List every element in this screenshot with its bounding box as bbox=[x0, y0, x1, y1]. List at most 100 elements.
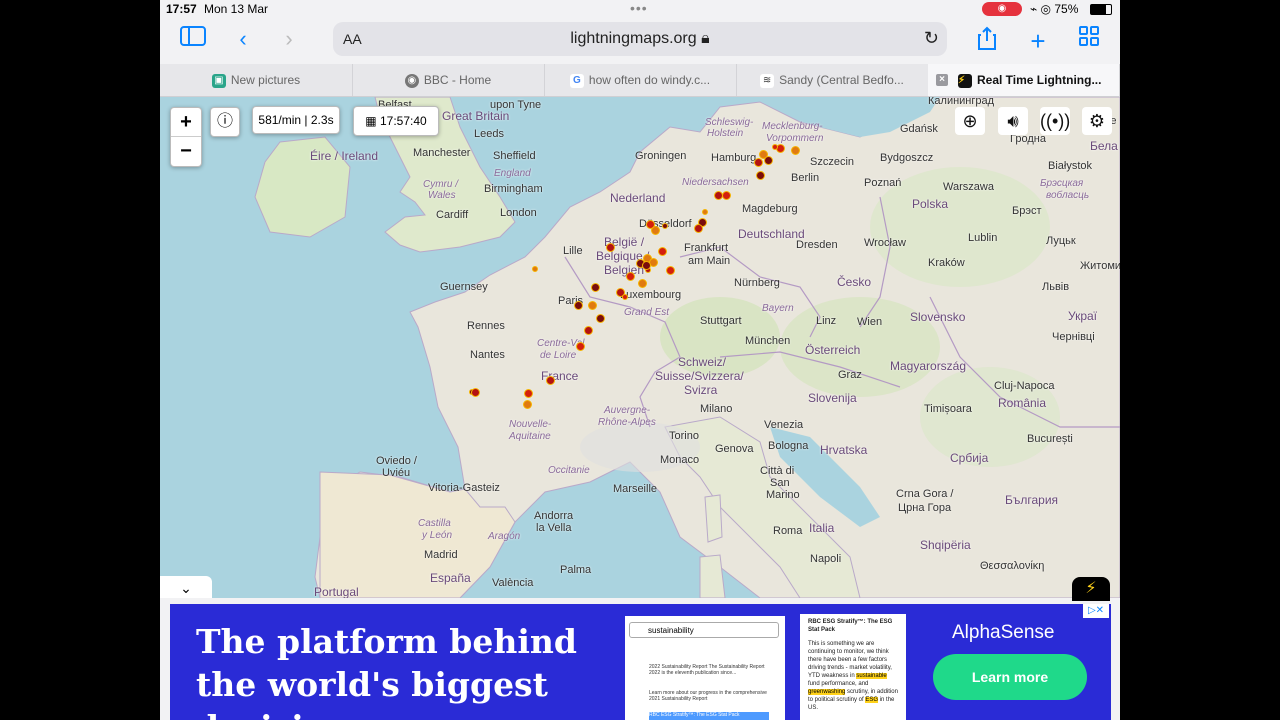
map-label: San bbox=[770, 477, 790, 489]
ad-headline[interactable]: The platform behind the world's biggest … bbox=[196, 620, 616, 720]
close-tab-icon[interactable]: × bbox=[936, 74, 948, 86]
status-bar: 17:57 Mon 13 Mar ••• ◉ ⌁ ◎ 75% bbox=[160, 0, 1120, 18]
map-label: Polska bbox=[912, 197, 949, 211]
map-label: Vorpommern bbox=[766, 133, 824, 144]
screen-record-icon[interactable]: ◉ bbox=[982, 2, 1022, 16]
lightning-logo-icon[interactable]: ⚡︎ bbox=[1072, 577, 1110, 601]
map-label: Occitanie bbox=[548, 465, 590, 476]
map-label: Warszawa bbox=[943, 181, 994, 193]
ad-screenshot: sustainability 2022 Sustainability Repor… bbox=[625, 616, 785, 720]
ad-close-icon[interactable]: ▷✕ bbox=[1083, 604, 1109, 618]
tab-google-search[interactable]: Ghow often do windy.c... bbox=[544, 64, 737, 96]
chevron-down-icon[interactable]: ⌄ bbox=[160, 576, 212, 598]
tab-favicon-icon: ▣ bbox=[211, 73, 226, 88]
lightning-strike-marker bbox=[532, 266, 538, 272]
map-label: la Vella bbox=[536, 522, 572, 534]
map-label: Kraków bbox=[928, 257, 965, 269]
map-label: Stuttgart bbox=[700, 315, 742, 327]
share-icon[interactable] bbox=[972, 26, 1002, 56]
map-background bbox=[160, 97, 1120, 598]
map-label: Bydgoszcz bbox=[880, 152, 934, 164]
forward-icon[interactable]: › bbox=[274, 26, 304, 52]
locate-icon[interactable]: ⊕ bbox=[955, 107, 985, 135]
wind-icon: ≋ bbox=[760, 73, 775, 88]
lightning-strike-marker bbox=[637, 278, 647, 288]
map-label: Dresden bbox=[796, 239, 838, 251]
new-tab-icon[interactable]: + bbox=[1023, 26, 1053, 57]
status-time: 17:57 bbox=[166, 2, 197, 16]
map-label: Sheffield bbox=[493, 150, 536, 162]
google-icon: G bbox=[569, 73, 584, 88]
lightning-strike-marker bbox=[522, 399, 532, 409]
sidebar-icon[interactable] bbox=[178, 26, 208, 52]
lightning-strike-marker bbox=[470, 387, 480, 397]
map-label: Mecklenburg- bbox=[762, 121, 823, 132]
strike-rate-display[interactable]: 581/min | 2.3s bbox=[252, 106, 340, 134]
compass-icon: ◉ bbox=[404, 73, 419, 88]
map-label: Marino bbox=[766, 489, 800, 501]
tab-new-pictures[interactable]: ▣ New pictures bbox=[160, 64, 353, 96]
ad-result-row: Learn more about our progress in the com… bbox=[649, 690, 767, 702]
map-label: Oviedo / bbox=[376, 455, 417, 467]
map-label: България bbox=[1005, 493, 1059, 507]
tab-sandy-weather[interactable]: ≋ Sandy (Central Bedfo... bbox=[736, 64, 929, 96]
address-bar[interactable]: AA lightningmaps.org 🔒︎ ↻ bbox=[333, 22, 947, 56]
map-label: Nantes bbox=[470, 349, 505, 361]
map-label: upon Tyne bbox=[490, 99, 542, 111]
map-label: Чернівці bbox=[1052, 331, 1095, 343]
map-label: Украї bbox=[1068, 309, 1098, 323]
learn-more-button[interactable]: Learn more bbox=[933, 654, 1087, 700]
map-label: Monaco bbox=[660, 454, 700, 466]
map-label: Schleswig- bbox=[705, 117, 754, 128]
map-label: Wales bbox=[428, 190, 456, 201]
reload-icon[interactable]: ↻ bbox=[924, 28, 939, 49]
map-label: am Main bbox=[688, 255, 731, 267]
ad-card-title: RBC ESG Stratify™: The ESG Stat Pack bbox=[808, 619, 893, 633]
url-text[interactable]: lightningmaps.org 🔒︎ bbox=[333, 30, 947, 48]
back-icon[interactable]: ‹ bbox=[228, 26, 258, 52]
ad-brand-logo: AlphaSense bbox=[952, 622, 1055, 643]
status-date: Mon 13 Mar bbox=[204, 2, 269, 16]
map-label: Wien bbox=[857, 316, 883, 328]
sound-icon[interactable]: 🔊︎ bbox=[998, 107, 1028, 135]
stations-icon[interactable]: ((•)) bbox=[1040, 107, 1070, 135]
calendar-icon: ▦ bbox=[365, 114, 377, 128]
map-label: Lille bbox=[563, 245, 583, 257]
tab-overview-icon[interactable] bbox=[1074, 26, 1104, 52]
zoom-out-button[interactable]: − bbox=[171, 137, 201, 165]
multitask-dots-icon[interactable]: ••• bbox=[630, 0, 648, 16]
map-label: Italia bbox=[809, 521, 835, 535]
lightning-strike-marker bbox=[625, 271, 635, 281]
tab-bbc-home[interactable]: ◉ BBC - Home bbox=[352, 64, 545, 96]
map-label: Groningen bbox=[635, 150, 687, 162]
lightning-map[interactable]: Belfast Great Britain upon Tyne Leeds Éi… bbox=[160, 97, 1120, 598]
map-label: Vitoria-Gasteiz bbox=[428, 482, 500, 494]
zoom-in-button[interactable]: + bbox=[171, 108, 201, 137]
map-label: Crna Gora / bbox=[896, 488, 954, 500]
lightning-strike-marker bbox=[622, 294, 628, 300]
lightning-strike-marker bbox=[755, 170, 765, 180]
lightning-strike-marker bbox=[721, 190, 731, 200]
map-label: Magdeburg bbox=[742, 203, 798, 215]
time-display[interactable]: ▦ 17:57:40 bbox=[353, 106, 439, 136]
map-label: Magyarország bbox=[890, 359, 967, 373]
lightning-strike-marker bbox=[657, 246, 667, 256]
tab-lightningmaps[interactable]: × ⚡︎ Real Time Lightning... bbox=[928, 64, 1120, 96]
ad-result-row: 2022 Sustainability Report The Sustainab… bbox=[649, 664, 765, 676]
lightning-strike-marker bbox=[665, 265, 675, 275]
map-label: Niedersachsen bbox=[682, 177, 749, 188]
map-label: București bbox=[1027, 433, 1073, 445]
map-label: Auvergne- bbox=[604, 405, 651, 416]
map-label: Timișoara bbox=[924, 403, 972, 415]
map-label: Rennes bbox=[467, 320, 505, 332]
battery-percent: 75% bbox=[1054, 2, 1079, 16]
advertisement-banner[interactable]: The platform behind the world's biggest … bbox=[170, 604, 1111, 720]
map-label: Bayern bbox=[762, 303, 794, 314]
map-label: Schweiz/ bbox=[678, 355, 727, 369]
info-icon[interactable]: ⓘ bbox=[210, 107, 240, 137]
map-label: Львів bbox=[1042, 281, 1070, 293]
settings-icon[interactable]: ⚙ bbox=[1082, 107, 1112, 135]
lightning-strike-marker bbox=[595, 313, 605, 323]
map-label: Roma bbox=[773, 525, 803, 537]
lightning-strike-marker bbox=[662, 223, 668, 229]
